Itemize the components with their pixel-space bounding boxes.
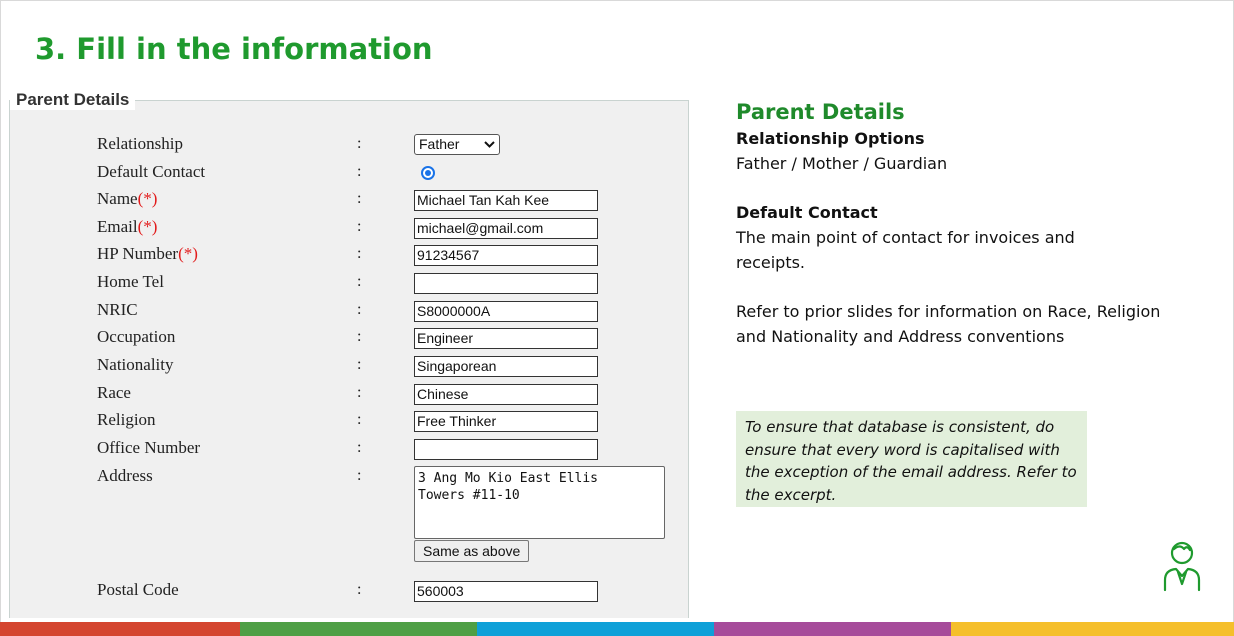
home-tel-input[interactable]: [414, 273, 598, 294]
colon: :: [357, 581, 362, 598]
required-marker: (*): [178, 244, 198, 263]
race-input[interactable]: Chinese: [414, 384, 598, 405]
info-heading: Parent Details: [736, 100, 905, 124]
footer-bar-red: [0, 622, 240, 636]
colon: :: [357, 411, 362, 428]
nationality-input[interactable]: Singaporean: [414, 356, 598, 377]
office-number-input[interactable]: [414, 439, 598, 460]
colon: :: [357, 356, 362, 373]
relationship-options-text: Father / Mother / Guardian: [736, 154, 948, 173]
name-input[interactable]: Michael Tan Kah Kee: [414, 190, 598, 211]
colon: :: [357, 467, 362, 484]
occupation-input[interactable]: Engineer: [414, 328, 598, 349]
default-contact-radio[interactable]: [421, 166, 435, 180]
colon: :: [357, 163, 362, 180]
relationship-select-value: Father: [419, 136, 460, 152]
default-contact-text: The main point of contact for invoices a…: [736, 228, 1075, 272]
row-office-number: Office Number :: [97, 437, 697, 463]
office-number-label: Office Number: [97, 438, 201, 457]
occupation-label: Occupation: [97, 327, 176, 346]
nric-input[interactable]: S8000000A: [414, 301, 598, 322]
row-hp-number: HP Number(*) : 91234567: [97, 243, 697, 269]
colon: :: [357, 273, 362, 290]
row-relationship: Relationship : Father: [97, 133, 697, 159]
nric-label: NRIC: [97, 300, 138, 319]
person-icon: [1163, 541, 1201, 592]
footer-bar-purple: [714, 622, 951, 636]
default-contact-label: Default Contact: [97, 162, 206, 181]
email-label: Email(*): [97, 217, 158, 236]
footer-bar-blue: [477, 622, 714, 636]
home-tel-label: Home Tel: [97, 272, 164, 291]
colon: :: [357, 384, 362, 401]
row-address: Address : 3 Ang Mo Kio East Ellis Towers…: [97, 465, 697, 540]
required-marker: (*): [137, 189, 158, 208]
info-panel: Parent Details Relationship Options Fath…: [736, 98, 1196, 349]
row-name: Name(*) : Michael Tan Kah Kee: [97, 188, 697, 214]
fieldset-legend: Parent Details: [10, 90, 136, 110]
row-email: Email(*) : michael@gmail.com: [97, 216, 697, 242]
colon: :: [357, 135, 362, 152]
colon: :: [357, 245, 362, 262]
postal-code-label: Postal Code: [97, 580, 179, 599]
colon: :: [357, 439, 362, 456]
footer-bar-green: [240, 622, 477, 636]
row-race: Race : Chinese: [97, 382, 697, 408]
row-nric: NRIC : S8000000A: [97, 299, 697, 325]
colon: :: [357, 190, 362, 207]
same-as-above-button[interactable]: Same as above: [414, 540, 530, 562]
row-postal-code: Postal Code : 560003: [97, 579, 697, 605]
row-nationality: Nationality : Singaporean: [97, 354, 697, 380]
race-label: Race: [97, 383, 131, 402]
relationship-select[interactable]: Father: [414, 134, 500, 155]
relationship-options-title: Relationship Options: [736, 129, 925, 148]
capitalisation-note: To ensure that database is consistent, d…: [736, 411, 1087, 507]
row-occupation: Occupation : Engineer: [97, 326, 697, 352]
row-home-tel: Home Tel :: [97, 271, 697, 297]
colon: :: [357, 301, 362, 318]
religion-label: Religion: [97, 410, 156, 429]
religion-input[interactable]: Free Thinker: [414, 411, 598, 432]
nationality-label: Nationality: [97, 355, 174, 374]
row-default-contact: Default Contact :: [97, 161, 697, 187]
name-label: Name(*): [97, 189, 158, 208]
required-marker: (*): [137, 217, 158, 236]
footer-bar-yellow: [951, 622, 1234, 636]
chevron-down-icon: [484, 136, 495, 158]
colon: :: [357, 328, 362, 345]
address-textarea[interactable]: 3 Ang Mo Kio East Ellis Towers #11-10: [414, 466, 665, 539]
slide-title: 3. Fill in the information: [35, 32, 433, 66]
default-contact-title: Default Contact: [736, 203, 878, 222]
relationship-label: Relationship: [97, 134, 183, 153]
colon: :: [357, 218, 362, 235]
hp-number-label: HP Number(*): [97, 244, 198, 263]
address-label: Address: [97, 466, 153, 485]
hp-number-input[interactable]: 91234567: [414, 245, 598, 266]
postal-code-input[interactable]: 560003: [414, 581, 598, 602]
row-religion: Religion : Free Thinker: [97, 409, 697, 435]
email-input[interactable]: michael@gmail.com: [414, 218, 598, 239]
refer-text: Refer to prior slides for information on…: [736, 302, 1161, 346]
